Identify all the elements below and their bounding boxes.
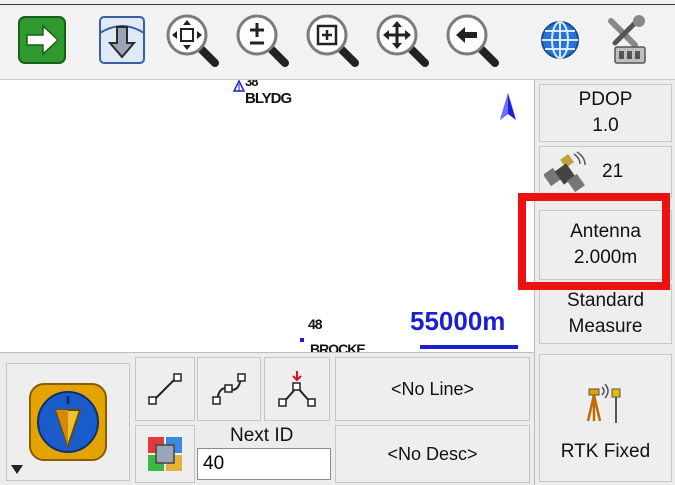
plumb-bob-icon xyxy=(29,383,107,461)
north-arrow-icon xyxy=(500,93,516,120)
satellites-button[interactable]: 21 xyxy=(539,146,672,198)
line-select-label: <No Line> xyxy=(390,378,475,399)
map-options-button[interactable] xyxy=(530,8,590,72)
curve-tool-button[interactable] xyxy=(197,357,261,421)
map-view[interactable]: 38 BLYDG 48 BROCKE 55000m xyxy=(0,80,534,352)
zoom-previous-icon xyxy=(446,14,499,67)
description-select-label: <No Desc> xyxy=(387,443,478,464)
point-number-label: 38 xyxy=(245,80,259,89)
layers-icon xyxy=(148,437,182,471)
download-arrow-icon xyxy=(99,16,145,64)
top-divider xyxy=(0,4,675,5)
highlight-box xyxy=(518,193,670,290)
pdop-label: PDOP xyxy=(578,89,633,110)
satellite-icon xyxy=(544,151,586,193)
description-select-button[interactable]: <No Desc> xyxy=(335,425,530,483)
settings-button[interactable] xyxy=(596,8,656,72)
insert-vertex-button[interactable] xyxy=(264,357,330,421)
next-id-label: Next ID xyxy=(230,425,294,446)
zoom-window-button[interactable] xyxy=(302,8,362,72)
tools-icon xyxy=(608,15,646,64)
layer-button[interactable] xyxy=(135,425,195,483)
dropdown-triangle-icon[interactable] xyxy=(10,463,24,475)
next-screen-button[interactable] xyxy=(12,8,72,72)
map-scale-text: 55000m xyxy=(410,306,506,336)
measure-mode-line2: Measure xyxy=(568,316,643,337)
pdop-value: 1.0 xyxy=(592,115,619,136)
gnss-receiver-icon xyxy=(586,383,620,423)
import-button[interactable] xyxy=(92,8,152,72)
line-select-button[interactable]: <No Line> xyxy=(335,357,530,421)
pan-icon xyxy=(376,14,429,67)
insert-vertex-icon xyxy=(278,371,316,407)
point-description-label: BLYDG xyxy=(245,90,292,107)
zoom-extents-icon xyxy=(166,14,219,67)
map-scale-bar xyxy=(420,345,518,349)
store-point-button[interactable] xyxy=(6,363,130,481)
zoom-previous-button[interactable] xyxy=(442,8,502,72)
map-toolbar xyxy=(0,0,675,80)
pdop-button[interactable]: PDOP 1.0 xyxy=(539,84,672,142)
zoom-extents-button[interactable] xyxy=(162,8,222,72)
survey-point-marker xyxy=(300,338,304,342)
satellite-count: 21 xyxy=(602,161,624,182)
line-tool-button[interactable] xyxy=(135,357,195,421)
globe-icon xyxy=(541,21,579,59)
point-number-label: 48 xyxy=(308,316,323,332)
curve-tool-icon xyxy=(212,373,246,405)
control-point-triangle-icon xyxy=(233,80,245,92)
measure-panel: <No Line> <No Desc> Next ID xyxy=(0,352,534,485)
point-description-label: BROCKE xyxy=(310,342,366,352)
pan-button[interactable] xyxy=(372,8,432,72)
measure-mode-line1: Standard xyxy=(566,290,645,311)
next-id-input[interactable] xyxy=(197,448,331,480)
measure-mode-button[interactable]: Standard Measure xyxy=(539,284,672,344)
rtk-status-button[interactable]: RTK Fixed xyxy=(539,354,672,482)
zoom-window-icon xyxy=(306,14,359,67)
arrow-right-icon xyxy=(18,16,66,64)
zoom-in-out-icon xyxy=(236,14,289,67)
line-tool-icon xyxy=(148,373,182,405)
rtk-status-text: RTK Fixed xyxy=(560,441,651,462)
zoom-in-out-button[interactable] xyxy=(232,8,292,72)
